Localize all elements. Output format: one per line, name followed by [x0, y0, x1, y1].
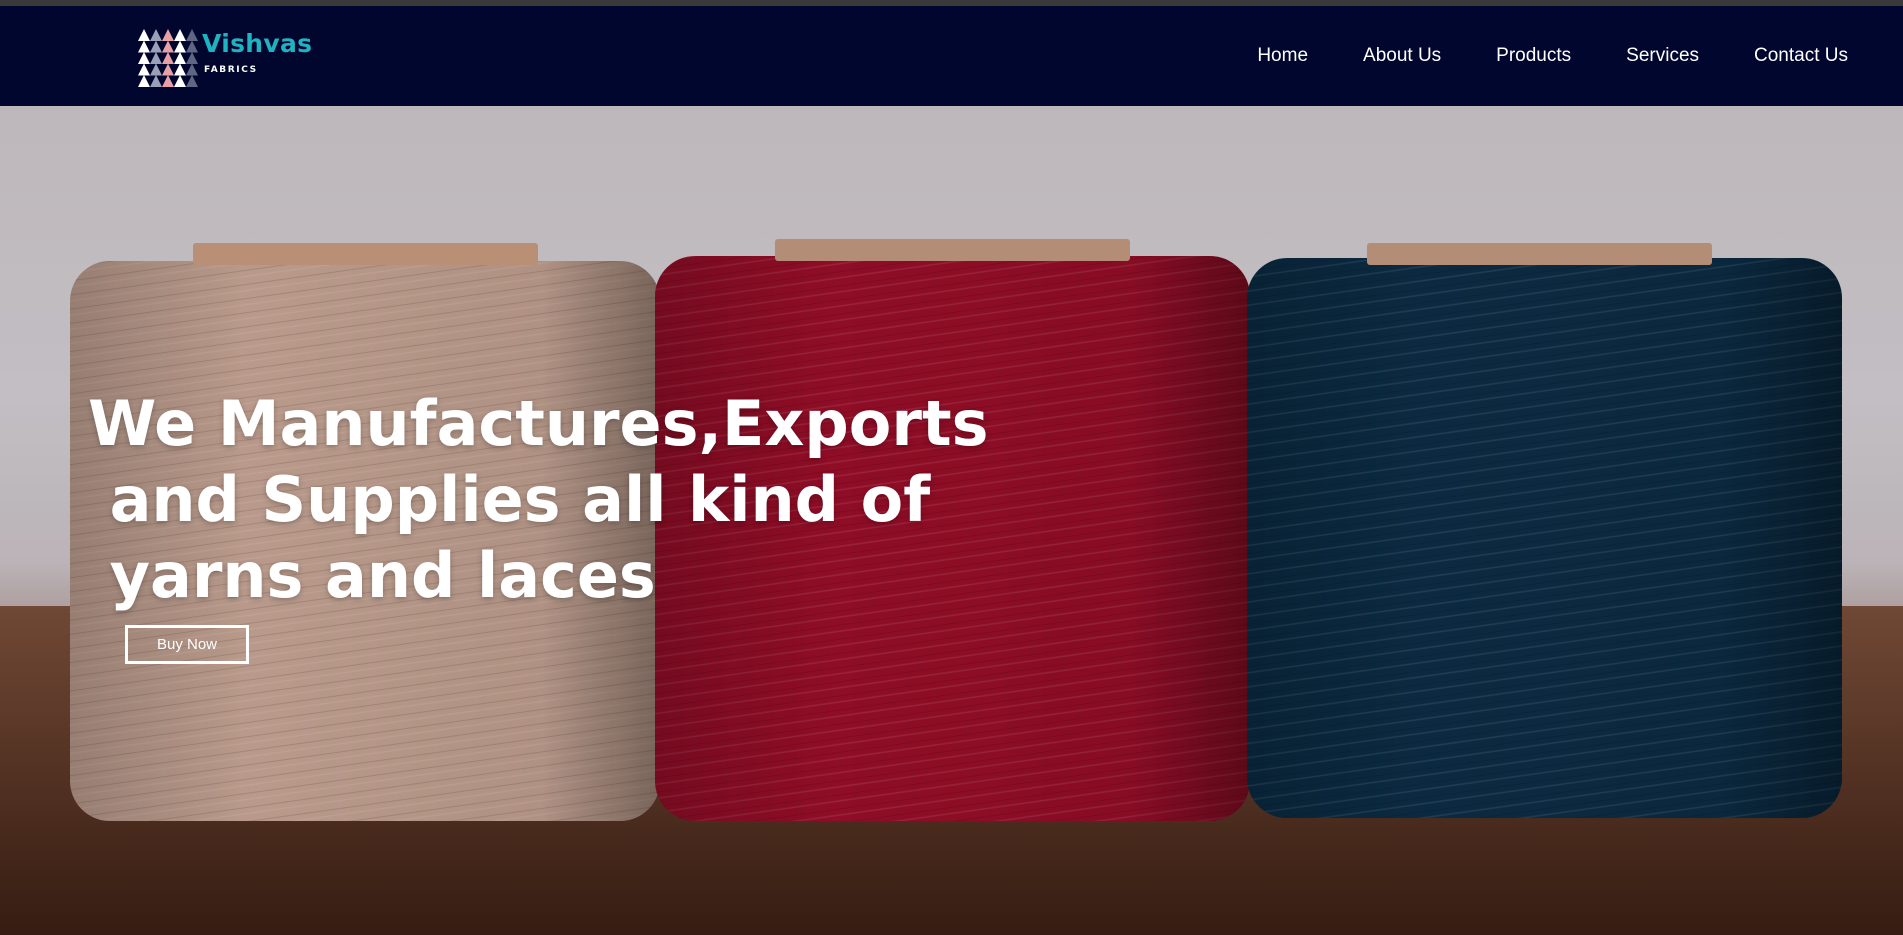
logo-triangle [174, 40, 186, 53]
nav-home[interactable]: Home [1257, 45, 1308, 67]
logo-triangle [162, 52, 174, 64]
nav-about-us[interactable]: About Us [1363, 45, 1441, 67]
logo-triangle [186, 63, 198, 76]
logo-triangle [138, 29, 150, 41]
main-nav: Home About Us Products Services Contact … [1202, 6, 1848, 106]
logo-triangle [186, 40, 198, 53]
logo-triangle [150, 29, 162, 41]
logo-triangle [174, 75, 186, 87]
nav-products[interactable]: Products [1496, 45, 1571, 67]
logo-triangle [138, 75, 150, 87]
brand-tagline: FABRICS [204, 65, 258, 75]
logo-triangle [186, 29, 198, 41]
navbar: Vishvas FABRICS Home About Us Products S… [0, 6, 1903, 106]
logo-triangle [138, 52, 150, 64]
logo-triangle [150, 52, 162, 64]
buy-now-button[interactable]: Buy Now [125, 625, 249, 664]
logo-triangle [162, 63, 174, 76]
triangle-pattern-logo-icon [138, 29, 198, 87]
logo-triangle [162, 29, 174, 41]
logo-triangle [186, 75, 198, 87]
logo-triangle [150, 75, 162, 87]
logo-triangle [150, 40, 162, 53]
logo-triangle [174, 52, 186, 64]
hero-section: We Manufactures,Exports and Supplies all… [0, 106, 1903, 935]
nav-services[interactable]: Services [1626, 45, 1699, 67]
logo-triangle [138, 40, 150, 53]
nav-contact-us[interactable]: Contact Us [1754, 45, 1848, 67]
logo-triangle [162, 75, 174, 87]
logo-triangle [162, 40, 174, 53]
logo-triangle [186, 52, 198, 64]
logo-triangle [150, 63, 162, 76]
hero-headline: We Manufactures,Exports and Supplies all… [88, 387, 989, 612]
logo-triangle [138, 63, 150, 76]
brand-name: Vishvas [202, 29, 313, 58]
logo-triangle [174, 29, 186, 41]
logo-triangle [174, 63, 186, 76]
brand-logo[interactable]: Vishvas FABRICS [138, 25, 328, 87]
